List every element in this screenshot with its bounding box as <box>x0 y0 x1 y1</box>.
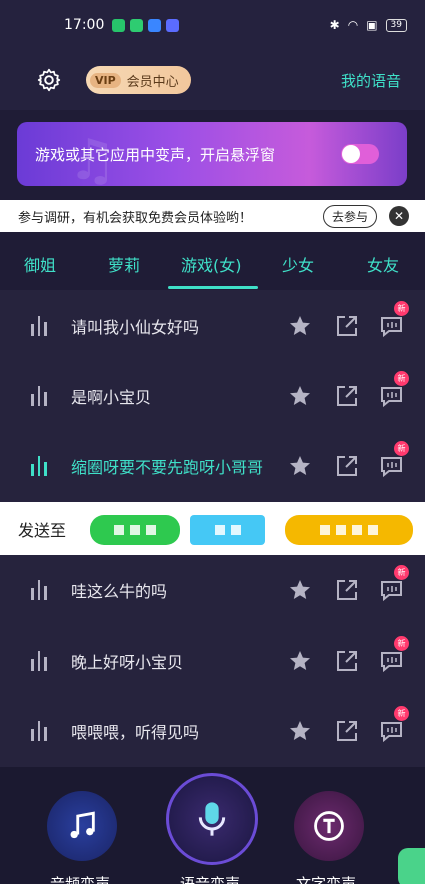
list-item[interactable]: 是啊小宝贝 新 <box>0 361 425 431</box>
audio-bars-icon <box>31 386 51 406</box>
category-tabs: 御姐 萝莉 游戏(女) 少女 女友 <box>0 236 425 290</box>
share-icon[interactable] <box>335 314 359 338</box>
text-t-icon <box>314 811 344 841</box>
send-target-qq-button[interactable] <box>190 515 265 545</box>
send-message-icon[interactable] <box>379 384 405 408</box>
new-badge: 新 <box>394 441 409 456</box>
send-message-icon[interactable] <box>379 649 405 673</box>
music-note-decoration-icon: ♫ <box>67 128 118 186</box>
blurred-target-name <box>320 525 378 535</box>
list-item[interactable]: 喂喂喂，听得见吗 新 <box>0 696 425 766</box>
voice-change-label: 语音变声 <box>180 875 241 884</box>
voice-change-button[interactable] <box>166 773 258 865</box>
share-icon[interactable] <box>335 578 359 602</box>
share-icon[interactable] <box>335 454 359 478</box>
floating-helper-button[interactable] <box>398 848 425 884</box>
send-to-label: 发送至 <box>18 520 67 540</box>
share-icon[interactable] <box>335 384 359 408</box>
audio-voice-change-button[interactable] <box>47 791 117 861</box>
voice-list-top: 请叫我小仙女好吗 新 是啊小宝贝 新 缩圈呀要不要先跑呀小哥哥 新 <box>0 290 425 502</box>
audio-bars-icon <box>31 580 51 600</box>
status-right: ✱ ◠ ▣ 39 <box>330 18 407 32</box>
survey-text: 参与调研，有机会获取免费会员体验哟！ <box>18 210 253 226</box>
star-icon[interactable] <box>288 719 312 743</box>
number-app-icon <box>166 18 180 32</box>
tab-luoli[interactable]: 萝莉 <box>108 252 140 276</box>
send-target-other-button[interactable] <box>285 515 413 545</box>
send-message-icon[interactable] <box>379 454 405 478</box>
new-badge: 新 <box>394 301 409 316</box>
voice-list-bottom: 哇这么牛的吗 新 晚上好呀小宝贝 新 喂喂喂，听得见吗 新 <box>0 555 425 767</box>
bluetooth-icon: ✱ <box>329 18 340 32</box>
voice-label: 请叫我小仙女好吗 <box>71 318 200 337</box>
audio-bars-icon <box>31 651 51 671</box>
send-message-icon[interactable] <box>379 719 405 743</box>
new-badge: 新 <box>394 565 409 580</box>
wifi-icon: ◠ <box>347 18 359 32</box>
audio-bars-icon <box>31 316 51 336</box>
send-to-bar: 发送至 <box>0 502 425 555</box>
bottom-nav: 音频变声 语音变声 文字变声 <box>0 767 425 884</box>
notification-app-icon <box>112 18 126 32</box>
close-icon[interactable]: ✕ <box>389 206 409 226</box>
audio-bars-icon <box>31 721 51 741</box>
vip-tag: VIP <box>90 72 121 88</box>
star-icon[interactable] <box>288 649 312 673</box>
tab-nvyou[interactable]: 女友 <box>367 252 399 276</box>
new-badge: 新 <box>394 371 409 386</box>
voice-label: 晚上好呀小宝贝 <box>71 653 184 672</box>
new-badge: 新 <box>394 636 409 651</box>
sim-off-icon: ▣ <box>366 18 378 32</box>
join-survey-button[interactable]: 去参与 <box>322 204 377 228</box>
survey-strip: 参与调研，有机会获取免费会员体验哟！ 去参与 ✕ <box>0 200 425 232</box>
floating-window-toggle[interactable] <box>341 144 379 164</box>
tab-active-indicator <box>168 286 258 289</box>
battery-indicator: 39 <box>385 18 407 32</box>
send-message-icon[interactable] <box>379 578 405 602</box>
share-icon[interactable] <box>335 649 359 673</box>
tab-yujie[interactable]: 御姐 <box>24 252 56 276</box>
new-badge: 新 <box>394 706 409 721</box>
star-icon[interactable] <box>288 384 312 408</box>
voice-label: 哇这么牛的吗 <box>71 582 168 601</box>
status-bar: 17:00 ✱ ◠ ▣ 39 <box>0 0 425 50</box>
voice-label: 是啊小宝贝 <box>71 388 152 407</box>
star-icon[interactable] <box>288 454 312 478</box>
voice-label: 喂喂喂，听得见吗 <box>71 723 200 742</box>
bird-app-icon <box>148 18 162 32</box>
tab-shaonv[interactable]: 少女 <box>282 252 314 276</box>
list-item[interactable]: 晚上好呀小宝贝 新 <box>0 626 425 696</box>
floating-window-banner[interactable]: ♫ 游戏或其它应用中变声，开启悬浮窗 <box>17 122 407 186</box>
blurred-target-name <box>214 525 241 535</box>
tab-game-female[interactable]: 游戏(女) <box>181 252 242 276</box>
member-center-label: 会员中心 <box>126 74 179 90</box>
status-time: 17:00 <box>64 17 105 33</box>
star-icon[interactable] <box>288 578 312 602</box>
my-voice-link[interactable]: 我的语音 <box>341 70 401 91</box>
star-icon[interactable] <box>288 314 312 338</box>
list-item[interactable]: 请叫我小仙女好吗 新 <box>0 291 425 361</box>
shield-app-icon <box>130 18 144 32</box>
text-voice-change-button[interactable] <box>294 791 364 861</box>
microphone-icon <box>198 802 226 836</box>
share-icon[interactable] <box>335 719 359 743</box>
text-voice-change-label: 文字变声 <box>296 875 357 884</box>
send-target-wechat-button[interactable] <box>90 515 180 545</box>
voice-label: 缩圈呀要不要先跑呀小哥哥 <box>71 458 264 477</box>
audio-bars-icon <box>31 456 51 476</box>
list-item-active[interactable]: 缩圈呀要不要先跑呀小哥哥 新 <box>0 431 425 501</box>
audio-voice-change-label: 音频变声 <box>50 875 111 884</box>
list-item[interactable]: 哇这么牛的吗 新 <box>0 555 425 625</box>
vip-member-center-button[interactable]: VIP 会员中心 <box>86 66 191 94</box>
top-bar: VIP 会员中心 我的语音 <box>0 50 425 110</box>
send-message-icon[interactable] <box>379 314 405 338</box>
gear-icon[interactable] <box>36 67 62 93</box>
music-note-icon <box>70 811 95 839</box>
blurred-target-name <box>114 525 156 535</box>
